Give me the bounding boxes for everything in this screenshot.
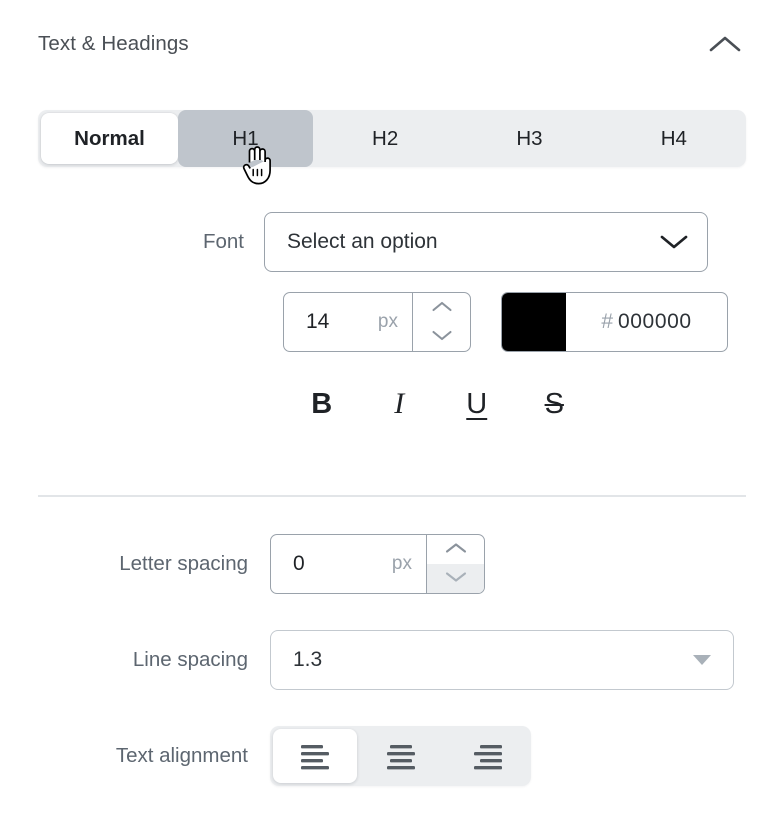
bold-icon: B (311, 387, 333, 420)
line-spacing-select[interactable]: 1.3 (270, 630, 734, 690)
chevron-up-icon (708, 33, 742, 55)
letter-spacing-value: 0 (293, 552, 305, 575)
tab-h1-label: H1 (232, 126, 259, 150)
font-color-field[interactable]: # 000000 (501, 292, 728, 352)
underline-icon: U (466, 387, 488, 420)
align-left-button[interactable] (273, 729, 357, 783)
tab-h3[interactable]: H3 (457, 110, 601, 167)
font-select[interactable]: Select an option (264, 212, 708, 272)
letter-spacing-label: Letter spacing (119, 552, 248, 575)
font-row: Font Select an option (38, 212, 746, 272)
tab-h2-label: H2 (372, 126, 399, 150)
font-size-and-color-row: 14 px # 000000 (283, 292, 728, 352)
font-label: Font (202, 230, 244, 253)
tab-normal-label: Normal (74, 126, 145, 150)
color-swatch[interactable] (502, 293, 566, 351)
tab-normal[interactable]: Normal (41, 113, 178, 164)
italic-icon: I (394, 387, 405, 420)
panel-header: Text & Headings (38, 24, 746, 64)
tab-h3-label: H3 (516, 126, 543, 150)
color-hex-value: 000000 (618, 310, 692, 333)
tab-h2[interactable]: H2 (313, 110, 457, 167)
line-spacing-label: Line spacing (132, 648, 248, 671)
text-alignment-label: Text alignment (115, 744, 248, 767)
collapse-section-button[interactable] (704, 27, 746, 61)
letter-spacing-row: Letter spacing 0 px (38, 534, 746, 594)
color-hash-symbol: # (601, 310, 613, 333)
align-center-button[interactable] (357, 726, 444, 786)
align-left-icon (296, 741, 334, 771)
tab-h4[interactable]: H4 (602, 110, 746, 167)
tab-h1[interactable]: H1 (178, 110, 313, 167)
font-size-value: 14 (306, 310, 330, 333)
italic-button[interactable]: I (361, 375, 439, 433)
font-size-unit: px (377, 311, 398, 332)
heading-level-tab-group: Normal H1 H2 H3 H4 (38, 110, 746, 167)
bold-button[interactable]: B (283, 375, 361, 433)
letter-spacing-input[interactable]: 0 px (271, 535, 426, 593)
chevron-down-icon (431, 329, 453, 345)
align-center-icon (382, 741, 420, 771)
font-select-value: Select an option (287, 230, 438, 253)
letter-spacing-stepper[interactable]: 0 px (270, 534, 485, 594)
align-right-button[interactable] (444, 726, 531, 786)
font-size-increment-button[interactable] (413, 293, 470, 322)
text-alignment-group (270, 726, 531, 786)
chevron-up-icon (431, 300, 453, 316)
section-divider (38, 495, 746, 497)
font-size-decrement-button[interactable] (413, 322, 470, 351)
text-alignment-row: Text alignment (38, 726, 746, 786)
strikethrough-button[interactable]: S (516, 375, 594, 433)
chevron-up-icon (444, 541, 468, 558)
strikethrough-icon: S (544, 387, 564, 420)
color-hex-input[interactable]: # 000000 (566, 293, 727, 351)
font-size-stepper-buttons (412, 293, 470, 351)
caret-down-icon (693, 655, 711, 665)
line-spacing-value: 1.3 (293, 648, 323, 671)
letter-spacing-stepper-buttons (426, 535, 484, 593)
underline-button[interactable]: U (438, 375, 516, 433)
letter-spacing-decrement-button[interactable] (427, 564, 484, 593)
font-size-input[interactable]: 14 px (284, 293, 412, 351)
font-size-stepper[interactable]: 14 px (283, 292, 471, 352)
line-spacing-row: Line spacing 1.3 (38, 630, 746, 690)
text-format-buttons: B I U S (283, 375, 593, 433)
page-title: Text & Headings (38, 31, 189, 55)
letter-spacing-increment-button[interactable] (427, 535, 484, 564)
chevron-down-icon (444, 570, 468, 587)
chevron-down-icon (659, 232, 689, 252)
letter-spacing-unit: px (391, 553, 412, 574)
text-and-headings-panel: Text & Headings Normal H1 H2 H3 H4 Font … (0, 0, 776, 818)
align-right-icon (469, 741, 507, 771)
tab-h4-label: H4 (660, 126, 687, 150)
